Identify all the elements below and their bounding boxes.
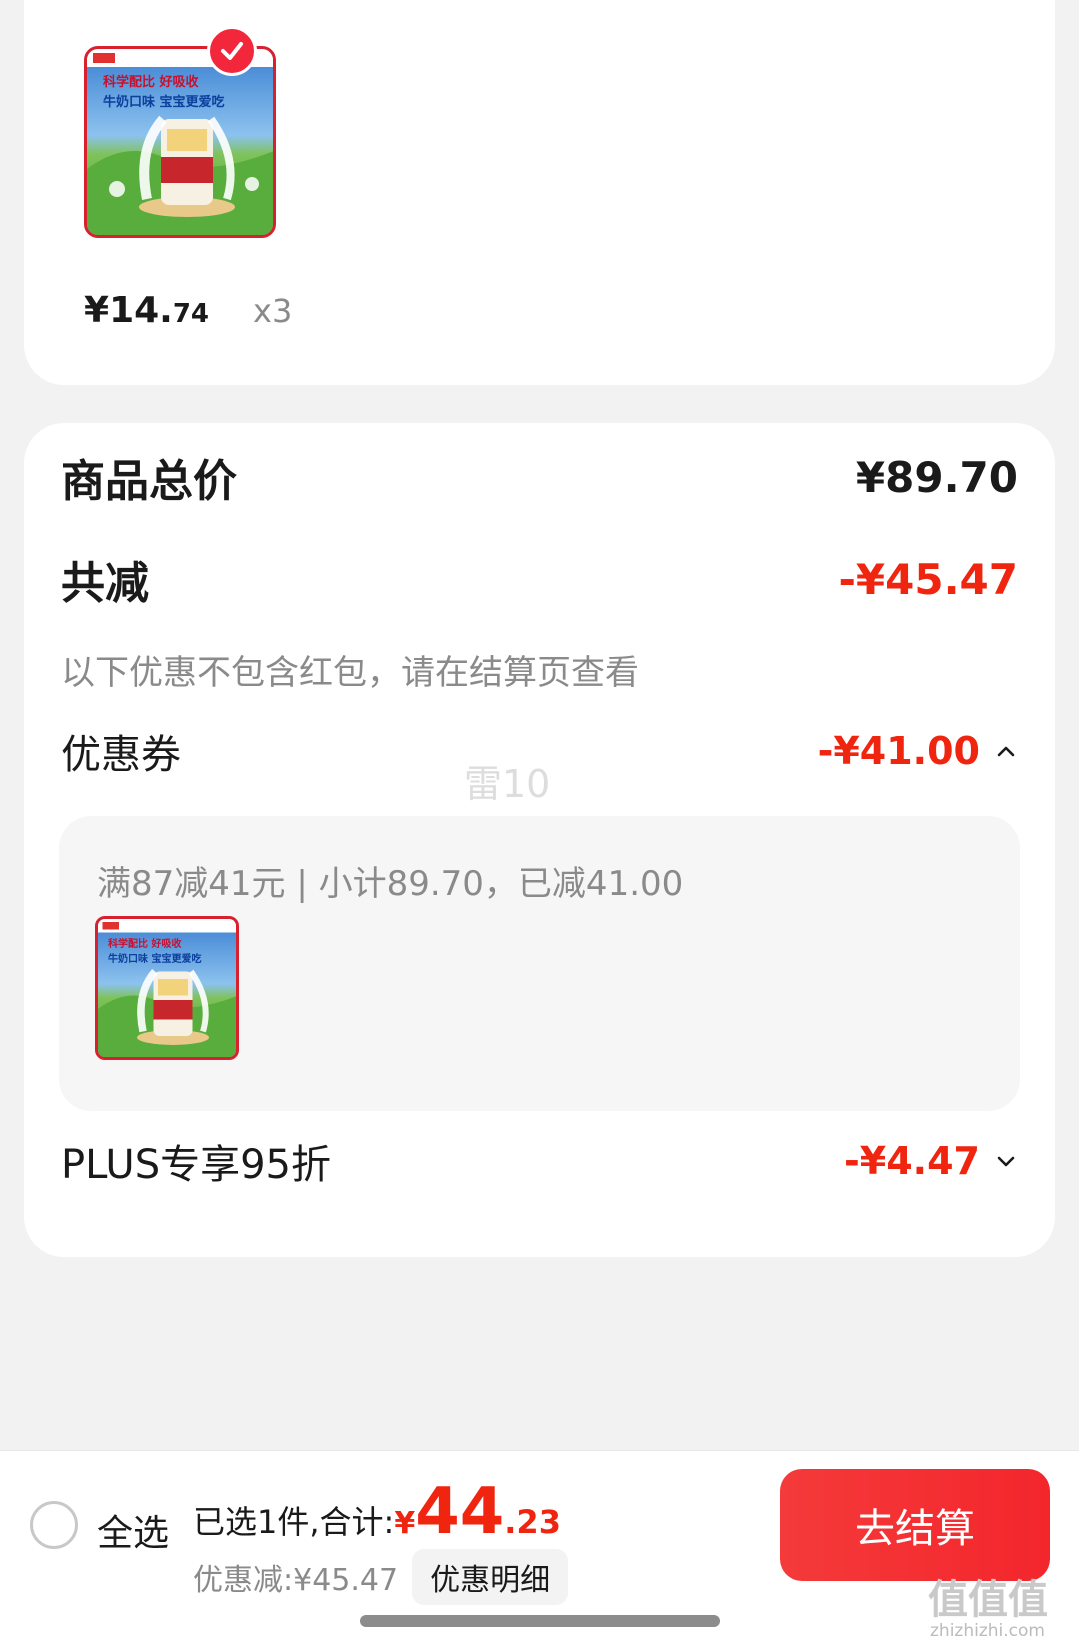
coupon-product-image[interactable]: 科学配比 好吸收 牛奶口味 宝宝更爱吃 xyxy=(95,916,239,1060)
plus-discount-label: PLUS专享95折 xyxy=(61,1142,331,1188)
total-reduce-row: 共减 -¥45.47 xyxy=(61,551,1018,610)
plus-value-wrap[interactable]: -¥4.47 xyxy=(844,1139,1018,1183)
total-reduce-value: -¥45.47 xyxy=(838,554,1018,604)
plus-discount-value: -¥4.47 xyxy=(844,1139,980,1183)
checkmark-icon xyxy=(221,42,243,60)
select-all-label[interactable]: 全选 xyxy=(97,1504,169,1556)
coupon-image-banner-1: 科学配比 好吸收 xyxy=(108,939,182,950)
checkout-button[interactable]: 去结算 xyxy=(780,1469,1050,1581)
total-price-value: ¥89.70 xyxy=(855,452,1018,502)
chevron-down-icon[interactable] xyxy=(994,1149,1018,1173)
coupon-image-banner-2: 牛奶口味 宝宝更爱吃 xyxy=(108,954,202,965)
chevron-up-icon[interactable] xyxy=(994,739,1018,763)
discount-note: 以下优惠不包含红包，请在结算页查看 xyxy=(61,653,639,693)
total-currency: ¥ xyxy=(394,1506,416,1541)
product-card: 科学配比 好吸收 牛奶口味 宝宝更爱吃 ¥ 14. 74 x3 xyxy=(24,0,1055,385)
coupon-detail-text: 满87减41元 | 小计89.70，已减41.00 xyxy=(97,864,684,904)
price-integer: 14. xyxy=(109,290,173,331)
total-integer: 44 xyxy=(415,1475,505,1549)
product-image-banner-1: 科学配比 好吸收 xyxy=(103,75,199,90)
product-image-banner-2: 牛奶口味 宝宝更爱吃 xyxy=(103,95,225,110)
coupon-label: 优惠券 xyxy=(61,732,181,778)
select-all-radio[interactable] xyxy=(30,1501,78,1549)
total-price-row: 商品总价 ¥89.70 xyxy=(61,449,1018,508)
coupon-row[interactable]: 优惠券 -¥41.00 xyxy=(61,723,1018,779)
coupon-detail-panel: 满87减41元 | 小计89.70，已减41.00 科学配比 好吸收 牛奶口味 … xyxy=(59,816,1020,1111)
coupon-value-wrap[interactable]: -¥41.00 xyxy=(818,729,1018,773)
discount-line: 优惠减:¥45.47 优惠明细 xyxy=(193,1549,569,1605)
cart-page: 科学配比 好吸收 牛奶口味 宝宝更爱吃 ¥ 14. 74 x3 商品总价 ¥89… xyxy=(0,0,1079,1645)
total-price-label: 商品总价 xyxy=(61,456,237,507)
discount-detail-button[interactable]: 优惠明细 xyxy=(412,1549,569,1605)
price-summary-card: 商品总价 ¥89.70 共减 -¥45.47 以下优惠不包含红包，请在结算页查看… xyxy=(24,423,1055,1257)
price-currency: ¥ xyxy=(84,290,110,331)
product-image[interactable]: 科学配比 好吸收 牛奶口味 宝宝更爱吃 xyxy=(84,46,276,238)
selected-total: 已选1件,合计: ¥ 44 .23 xyxy=(193,1475,561,1549)
coupon-value: -¥41.00 xyxy=(817,729,980,773)
site-logo-domain: zhizhizhi.com xyxy=(930,1621,1045,1641)
site-logo: 值值值 xyxy=(928,1577,1048,1623)
total-reduce-label: 共减 xyxy=(61,558,149,609)
plus-discount-row[interactable]: PLUS专享95折 -¥4.47 xyxy=(61,1131,1018,1191)
checkout-bar: 全选 已选1件,合计: ¥ 44 .23 优惠减:¥45.47 优惠明细 去结算… xyxy=(0,1450,1079,1645)
product-quantity: x3 xyxy=(253,292,293,330)
home-indicator[interactable] xyxy=(360,1615,720,1627)
selected-count-label: 已选1件,合计: xyxy=(193,1503,395,1541)
price-decimal: 74 xyxy=(172,299,210,329)
product-price: ¥ 14. 74 x3 xyxy=(84,290,292,331)
selected-check-icon[interactable] xyxy=(207,26,257,76)
discount-amount: 优惠减:¥45.47 xyxy=(193,1563,399,1598)
total-decimal: .23 xyxy=(504,1503,561,1541)
